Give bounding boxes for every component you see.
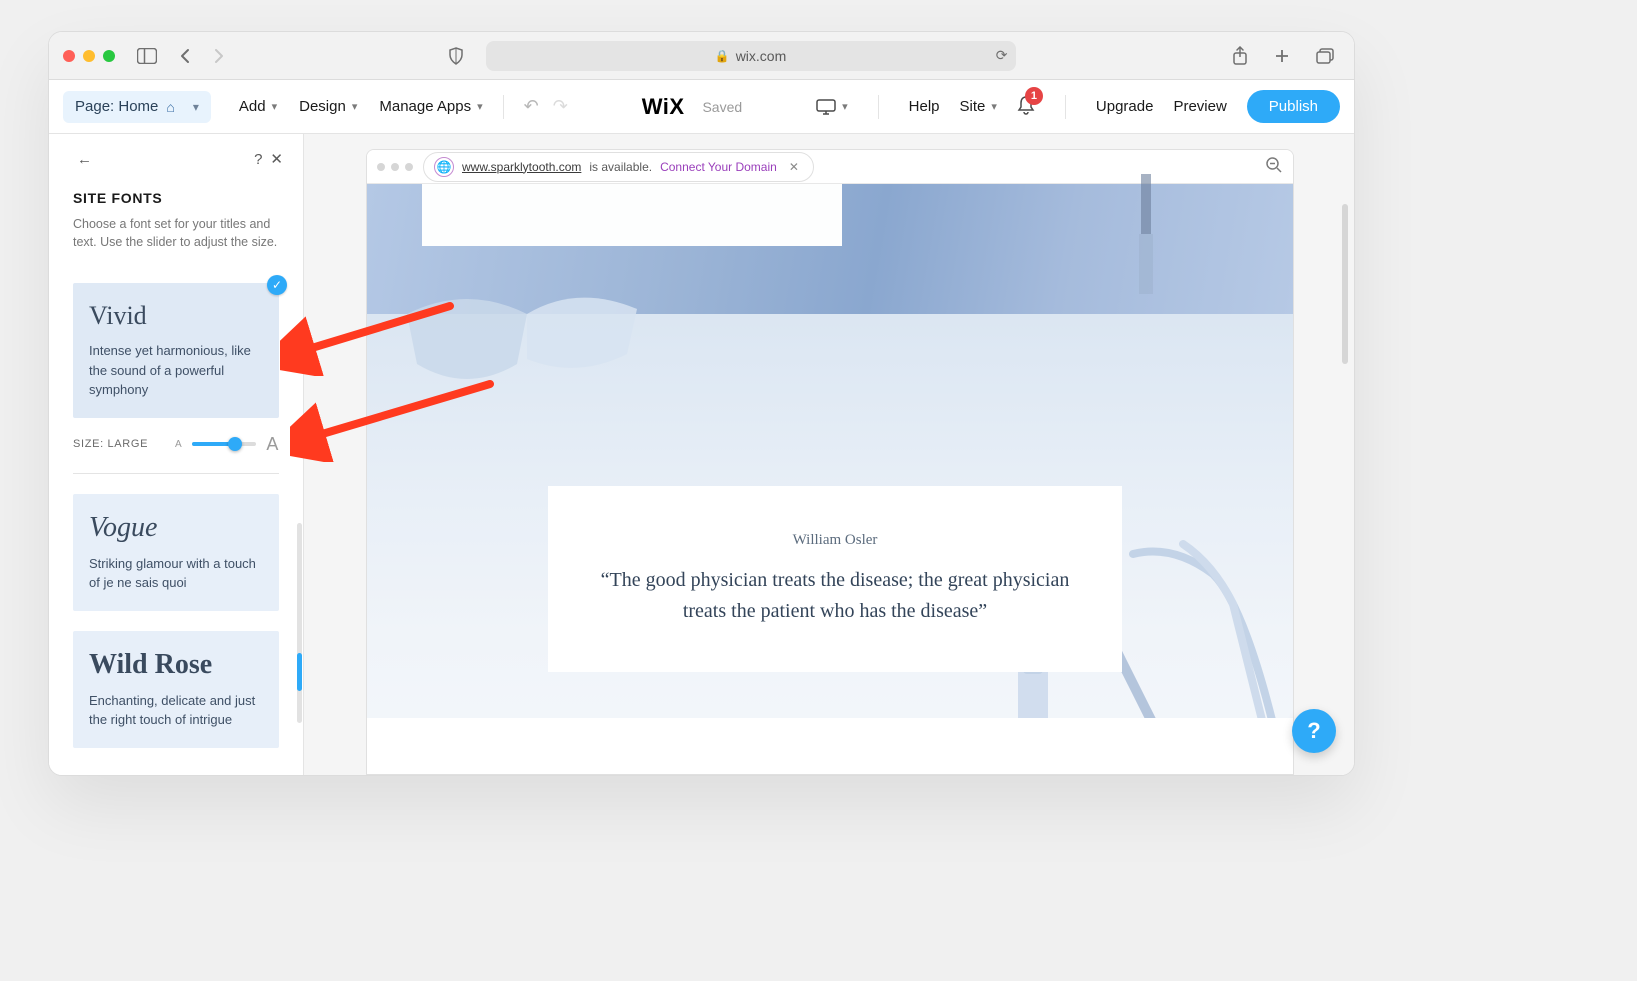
small-a-icon: A — [175, 439, 182, 450]
globe-icon: 🌐 — [434, 157, 454, 177]
size-label: SIZE: LARGE — [73, 438, 148, 450]
connect-domain-link[interactable]: Connect Your Domain — [660, 160, 777, 174]
quote-text: “The good physician treats the disease; … — [598, 565, 1072, 627]
collar-decoration — [407, 284, 707, 404]
pen-decoration — [1123, 174, 1173, 304]
page-footer-placeholder — [367, 718, 1293, 774]
minimize-window-button[interactable] — [83, 50, 95, 62]
nav-manage-apps[interactable]: Manage Apps▾ — [379, 98, 482, 115]
forward-button[interactable] — [207, 44, 231, 68]
back-icon[interactable]: ← — [73, 147, 96, 172]
font-card-vivid[interactable]: ✓ Vivid Intense yet harmonious, like the… — [73, 283, 279, 418]
url-text: wix.com — [736, 48, 787, 64]
editor-toolbar: Page: Home ⌂ ▾ Add▾ Design▾ Manage Apps▾… — [49, 80, 1354, 134]
wix-logo: WiX — [642, 94, 685, 120]
lower-section: William Osler “The good physician treats… — [367, 314, 1293, 774]
nav-add[interactable]: Add▾ — [239, 98, 277, 115]
help-icon[interactable]: ? — [250, 147, 266, 172]
font-card-desc: Striking glamour with a touch of je ne s… — [89, 554, 263, 593]
font-card-title: Vogue — [89, 512, 263, 544]
top-nav: Add▾ Design▾ Manage Apps▾ — [239, 98, 483, 115]
dismiss-domain-banner[interactable]: ✕ — [785, 160, 803, 174]
font-card-desc: Enchanting, delicate and just the right … — [89, 691, 263, 730]
site-fonts-panel: ← ? ✕ SITE FONTS Choose a font set for y… — [49, 134, 304, 775]
canvas-scrollbar[interactable] — [1342, 204, 1348, 364]
site-stage[interactable]: William Osler “The good physician treats… — [367, 184, 1293, 774]
quote-card[interactable]: William Osler “The good physician treats… — [548, 486, 1122, 672]
close-window-button[interactable] — [63, 50, 75, 62]
back-button[interactable] — [173, 44, 197, 68]
editor-body: ← ? ✕ SITE FONTS Choose a font set for y… — [49, 134, 1354, 775]
font-card-title: Vivid — [89, 301, 263, 331]
editor-canvas: 🌐 www.sparklytooth.com is available. Con… — [304, 134, 1354, 775]
notifications-button[interactable]: 1 — [1017, 95, 1035, 119]
font-card-wild-rose[interactable]: Wild Rose Enchanting, delicate and just … — [73, 631, 279, 748]
close-icon[interactable]: ✕ — [266, 146, 287, 172]
domain-url[interactable]: www.sparklytooth.com — [462, 160, 581, 174]
page-label: Page: Home — [75, 98, 158, 115]
share-icon[interactable] — [1226, 42, 1254, 70]
nav-design[interactable]: Design▾ — [299, 98, 357, 115]
font-card-vogue[interactable]: Vogue Striking glamour with a touch of j… — [73, 494, 279, 611]
domain-available-text: is available. — [589, 160, 652, 174]
preview-traffic-dots — [377, 163, 413, 171]
saved-status: Saved — [702, 99, 742, 115]
sidebar-toggle-icon[interactable] — [131, 44, 163, 68]
large-a-icon: A — [266, 434, 279, 455]
nav-site[interactable]: Site▾ — [960, 98, 997, 115]
browser-toolbar: 🔒 wix.com ⟳ — [49, 32, 1354, 80]
site-preview-frame: 🌐 www.sparklytooth.com is available. Con… — [366, 149, 1294, 775]
tabs-overview-icon[interactable] — [1310, 44, 1340, 68]
font-card-list: ✓ Vivid Intense yet harmonious, like the… — [49, 263, 303, 775]
publish-button[interactable]: Publish — [1247, 90, 1340, 123]
viewport-switch[interactable]: ▾ — [816, 99, 848, 115]
font-card-title: Wild Rose — [89, 649, 263, 681]
undo-button[interactable]: ↶ — [524, 96, 539, 117]
panel-description: Choose a font set for your titles and te… — [49, 216, 303, 263]
slider-thumb[interactable] — [228, 437, 242, 451]
undo-redo: ↶ ↷ — [524, 96, 568, 117]
home-icon: ⌂ — [166, 99, 174, 115]
hero-overlay-card — [422, 184, 842, 246]
help-fab[interactable]: ? — [1292, 709, 1336, 753]
panel-scrollbar[interactable] — [297, 523, 302, 723]
selected-check-icon: ✓ — [267, 275, 287, 295]
size-slider-row: SIZE: LARGE A A — [73, 434, 279, 474]
notification-badge: 1 — [1025, 87, 1043, 105]
quote-author: William Osler — [793, 532, 878, 549]
nav-upgrade[interactable]: Upgrade — [1096, 98, 1154, 115]
browser-window: 🔒 wix.com ⟳ Page: Home ⌂ ▾ Add▾ Design▾ — [48, 31, 1355, 776]
window-traffic-lights — [63, 50, 115, 62]
nav-preview[interactable]: Preview — [1173, 98, 1226, 115]
zoom-icon[interactable] — [1265, 156, 1283, 177]
chevron-down-icon: ▾ — [193, 100, 199, 114]
panel-title: SITE FONTS — [49, 172, 303, 216]
address-bar[interactable]: 🔒 wix.com ⟳ — [486, 41, 1016, 71]
redo-button[interactable]: ↷ — [553, 96, 568, 117]
scrollbar-thumb[interactable] — [297, 653, 302, 691]
privacy-shield-icon[interactable] — [442, 43, 470, 69]
font-size-slider[interactable] — [192, 442, 256, 446]
page-selector[interactable]: Page: Home ⌂ ▾ — [63, 91, 211, 123]
refresh-icon[interactable]: ⟳ — [996, 47, 1008, 64]
domain-banner: 🌐 www.sparklytooth.com is available. Con… — [423, 152, 814, 182]
desktop-icon — [816, 99, 836, 115]
zoom-window-button[interactable] — [103, 50, 115, 62]
lock-icon: 🔒 — [715, 49, 730, 63]
font-card-desc: Intense yet harmonious, like the sound o… — [89, 341, 263, 400]
new-tab-icon[interactable] — [1268, 44, 1296, 68]
nav-help[interactable]: Help — [909, 98, 940, 115]
